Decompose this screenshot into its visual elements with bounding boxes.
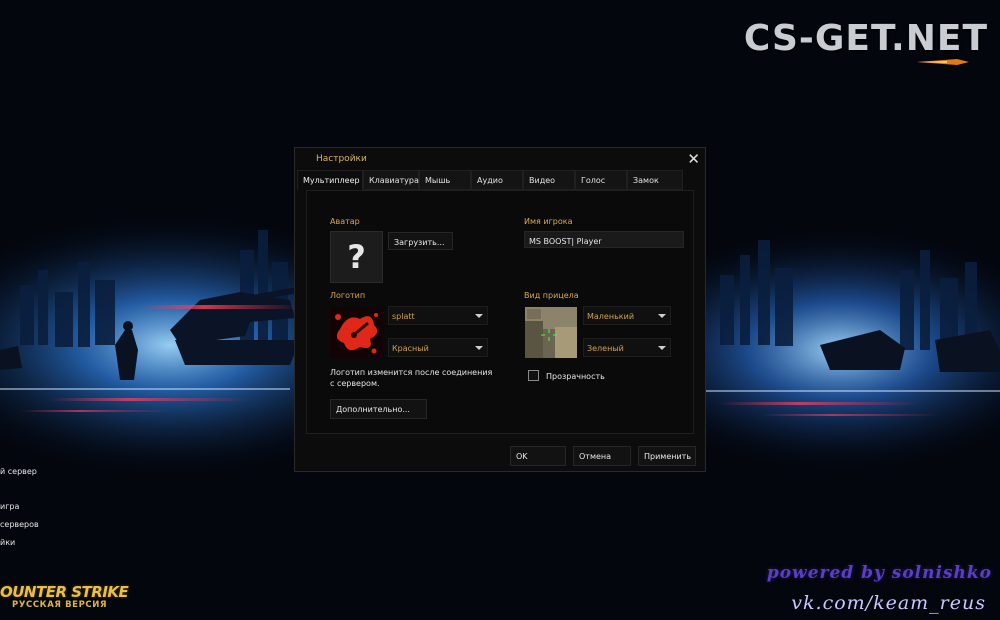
chevron-down-icon [658,314,666,318]
logo-type-value: splatt [392,312,415,321]
avatar-image: ? [330,231,383,283]
site-watermark: CS-GET.NET [743,18,988,59]
close-icon[interactable]: ✕ [687,150,700,168]
cancel-button[interactable]: Отмена [573,446,631,466]
dialog-title: Настройки [316,154,367,164]
menu-item-game[interactable]: игра [0,502,19,511]
player-name-label: Имя игрока [524,217,573,226]
logo-color-select[interactable]: Красный [388,338,488,357]
player-name-input[interactable] [524,231,684,248]
crosshair-size-select[interactable]: Маленький [583,306,671,325]
bullet-icon [917,59,969,65]
crosshair-color-value: Зеленый [587,344,624,353]
tab-lock[interactable]: Замок [627,170,683,190]
logo-color-value: Красный [392,344,429,353]
tab-keyboard[interactable]: Клавиатура [363,170,419,190]
crosshair-preview-image [525,307,577,358]
game-logo-title: OUNTER STRIKE [0,583,129,601]
apply-button[interactable]: Применить [638,446,696,466]
menu-item-servers[interactable]: серверов [0,520,39,529]
ok-button[interactable]: OK [510,446,566,466]
credit-link: vk.com/keam_reus [791,592,986,614]
game-logo: OUNTER STRIKE РУССКАЯ ВЕРСИЯ [0,584,135,610]
crosshair-label: Вид прицела [524,291,579,300]
transparency-label: Прозрачность [546,372,605,381]
advanced-button[interactable]: Дополнительно... [330,399,427,419]
menu-item-server[interactable]: й сервер [0,467,37,476]
tab-voice[interactable]: Голос [575,170,627,190]
logo-preview-image [330,307,383,358]
game-logo-subtitle: РУССКАЯ ВЕРСИЯ [12,600,108,610]
crosshair-size-value: Маленький [587,312,635,321]
chevron-down-icon [658,346,666,350]
credit-author: powered by solnishko [766,563,992,583]
tab-multiplayer[interactable]: Мультиплеер [297,170,363,190]
crosshair-color-select[interactable]: Зеленый [583,338,671,357]
chevron-down-icon [475,314,483,318]
tab-video[interactable]: Видео [523,170,575,190]
settings-dialog: Настройки ✕ Мультиплеер Клавиатура Мышь … [294,147,706,472]
logo-type-select[interactable]: splatt [388,306,488,325]
logo-change-note: Логотип изменится после соединения с сер… [330,368,493,388]
menu-item-settings[interactable]: йки [0,538,15,547]
transparency-checkbox[interactable] [528,370,539,381]
avatar-label: Аватар [330,217,360,226]
tab-mouse[interactable]: Мышь [419,170,471,190]
chevron-down-icon [475,346,483,350]
tab-audio[interactable]: Аудио [471,170,523,190]
logo-label: Логотип [330,291,366,300]
load-avatar-button[interactable]: Загрузить... [388,232,453,250]
